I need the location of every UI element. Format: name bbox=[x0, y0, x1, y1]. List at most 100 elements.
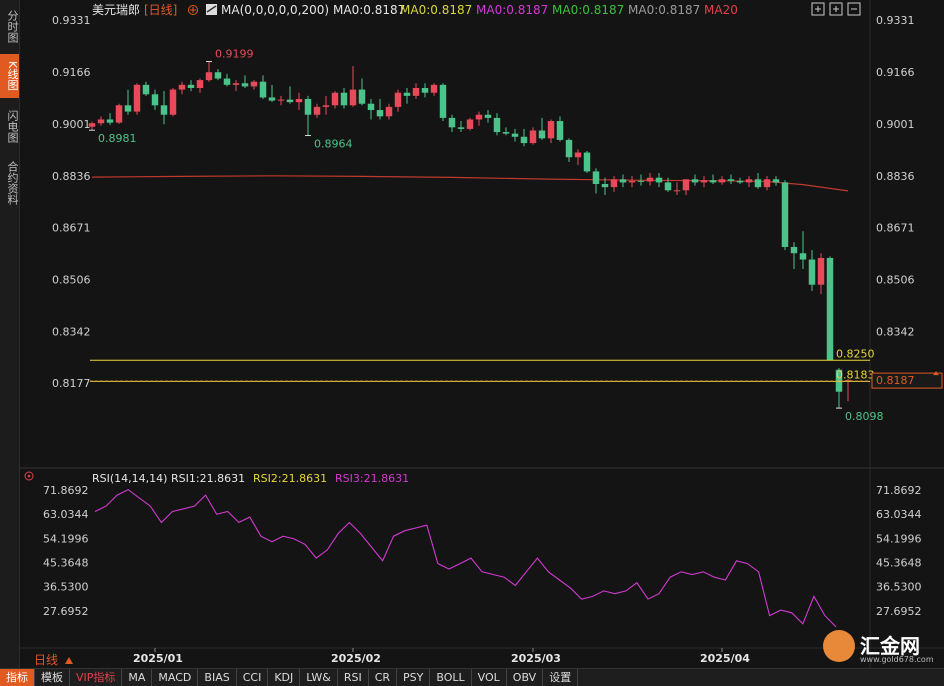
ma-legend-item: MA0:0.8187 bbox=[476, 3, 548, 17]
candle-body bbox=[439, 84, 447, 118]
indicator-tab[interactable]: KDJ bbox=[268, 669, 301, 686]
candle-body bbox=[178, 84, 186, 90]
ma-legend-item: MA0:0.8187 bbox=[400, 3, 472, 17]
candle-body bbox=[340, 92, 348, 106]
candle-body bbox=[664, 182, 672, 191]
indicator-tab[interactable]: MACD bbox=[152, 669, 199, 686]
rsi3-value: RSI3:21.8631 bbox=[335, 472, 409, 485]
candle-body bbox=[88, 123, 96, 127]
candle-body bbox=[511, 133, 519, 137]
period-up-arrow-icon[interactable] bbox=[65, 657, 73, 664]
candle-body bbox=[592, 171, 600, 184]
candle-body bbox=[826, 257, 834, 361]
zoom-in-icon[interactable] bbox=[829, 2, 843, 16]
rsi2-value: RSI2:21.8631 bbox=[253, 472, 327, 485]
level-label: 0.8250 bbox=[836, 347, 875, 360]
indicator-tab[interactable]: 模板 bbox=[35, 669, 70, 686]
annotation-label: 0.8098 bbox=[845, 410, 884, 423]
price-tick-right: 0.8342 bbox=[876, 325, 915, 338]
annotation-label: 0.8964 bbox=[314, 138, 353, 151]
price-tick-left: 0.9001 bbox=[52, 118, 91, 131]
price-tick-right: 0.8506 bbox=[876, 274, 915, 287]
indicator-tab[interactable]: CR bbox=[369, 669, 398, 686]
candle-body bbox=[430, 84, 438, 93]
candle-body bbox=[358, 89, 366, 104]
indicator-tab[interactable]: RSI bbox=[338, 669, 369, 686]
candle-body bbox=[385, 106, 393, 117]
candle-body bbox=[106, 119, 114, 123]
indicator-tab[interactable]: OBV bbox=[507, 669, 544, 686]
indicator-settings-icon[interactable] bbox=[206, 4, 217, 15]
price-tick-left: 0.8177 bbox=[52, 377, 91, 390]
rsi-lines bbox=[94, 488, 837, 628]
price-tick-left: 0.8342 bbox=[52, 325, 91, 338]
indicator-tab[interactable]: 指标 bbox=[0, 669, 35, 686]
indicator-tab[interactable]: BIAS bbox=[198, 669, 237, 686]
candle-body bbox=[97, 119, 105, 124]
candle-body bbox=[655, 177, 663, 183]
candle-body bbox=[394, 92, 402, 107]
indicator-tab[interactable]: 设置 bbox=[543, 669, 579, 686]
candle-body bbox=[232, 83, 240, 85]
date-axis: 2025/01 2025/02 2025/03 2025/04 bbox=[133, 648, 750, 665]
fit-icon[interactable] bbox=[811, 2, 825, 16]
symbol-name: 美元瑞郎 bbox=[92, 3, 140, 17]
candle-body bbox=[241, 83, 249, 87]
logo-url: www.gold678.com bbox=[860, 655, 934, 664]
candle-body bbox=[151, 94, 159, 106]
candle-body bbox=[682, 179, 690, 191]
candle-body bbox=[781, 182, 789, 247]
price-tick-right: 0.9001 bbox=[876, 118, 915, 131]
date-label: 2025/01 bbox=[133, 652, 183, 665]
ma-legend-item: MA0:0.8187 bbox=[628, 3, 700, 17]
candle-body bbox=[763, 179, 771, 188]
level-label: 0.8183 bbox=[836, 368, 875, 381]
rsi-settings-icon[interactable] bbox=[24, 471, 34, 481]
rsi1-value: RSI1:21.8631 bbox=[171, 472, 245, 485]
candle-body bbox=[124, 105, 132, 112]
indicator-tab[interactable]: CCI bbox=[237, 669, 269, 686]
price-tick-right: 0.8671 bbox=[876, 222, 915, 235]
candle-body bbox=[502, 132, 510, 134]
rsi-tick-left: 54.1996 bbox=[43, 532, 89, 545]
annotation-label: 0.9199 bbox=[215, 48, 254, 61]
candle-body bbox=[808, 259, 816, 285]
candle-body bbox=[223, 78, 231, 85]
candle-body bbox=[718, 179, 726, 183]
rsi-tick-right: 71.8692 bbox=[876, 484, 922, 497]
indicator-tab[interactable]: VIP指标 bbox=[70, 669, 123, 686]
period-label[interactable]: [日线] bbox=[144, 3, 177, 17]
indicator-tab[interactable]: MA bbox=[122, 669, 153, 686]
period-add-icon[interactable] bbox=[188, 5, 198, 15]
period-selector[interactable]: 日线 bbox=[34, 653, 58, 667]
rsi-tick-right: 45.3648 bbox=[876, 557, 922, 570]
ma-legend-item: MA20 bbox=[704, 3, 738, 17]
candle-body bbox=[250, 81, 258, 87]
date-label: 2025/03 bbox=[511, 652, 561, 665]
candle-body bbox=[736, 180, 744, 183]
price-levels: 0.8250 0.8183 0.8187 bbox=[90, 347, 943, 389]
candle-body bbox=[169, 89, 177, 115]
candle-body bbox=[367, 103, 375, 111]
candle-body bbox=[205, 72, 213, 81]
rsi-axis: 71.8692 71.8692 63.0344 63.0344 54.1996 54.19… bbox=[43, 484, 922, 618]
candle-body bbox=[619, 179, 627, 183]
price-tick-left: 0.8836 bbox=[52, 170, 91, 183]
ma-title: MA(0,0,0,0,0,200) bbox=[221, 3, 329, 17]
indicator-tab[interactable]: LW& bbox=[300, 669, 338, 686]
indicator-tab[interactable]: VOL bbox=[472, 669, 507, 686]
ma-legend-item: MA0:0.8187 bbox=[552, 3, 624, 17]
price-tick-left: 0.9166 bbox=[52, 66, 91, 79]
rsi-tick-right: 63.0344 bbox=[876, 508, 922, 521]
ma-legend-item: MA0:0.8187 bbox=[333, 3, 405, 17]
candle-body bbox=[529, 130, 537, 144]
candle-body bbox=[187, 84, 195, 88]
candle-body bbox=[700, 180, 708, 183]
candle-body bbox=[115, 105, 123, 123]
candle-body bbox=[574, 152, 582, 158]
zoom-out-icon[interactable] bbox=[847, 2, 861, 16]
candle-body bbox=[799, 253, 807, 260]
indicator-tab[interactable]: PSY bbox=[397, 669, 431, 686]
candle-body bbox=[538, 130, 546, 139]
indicator-tab[interactable]: BOLL bbox=[430, 669, 472, 686]
